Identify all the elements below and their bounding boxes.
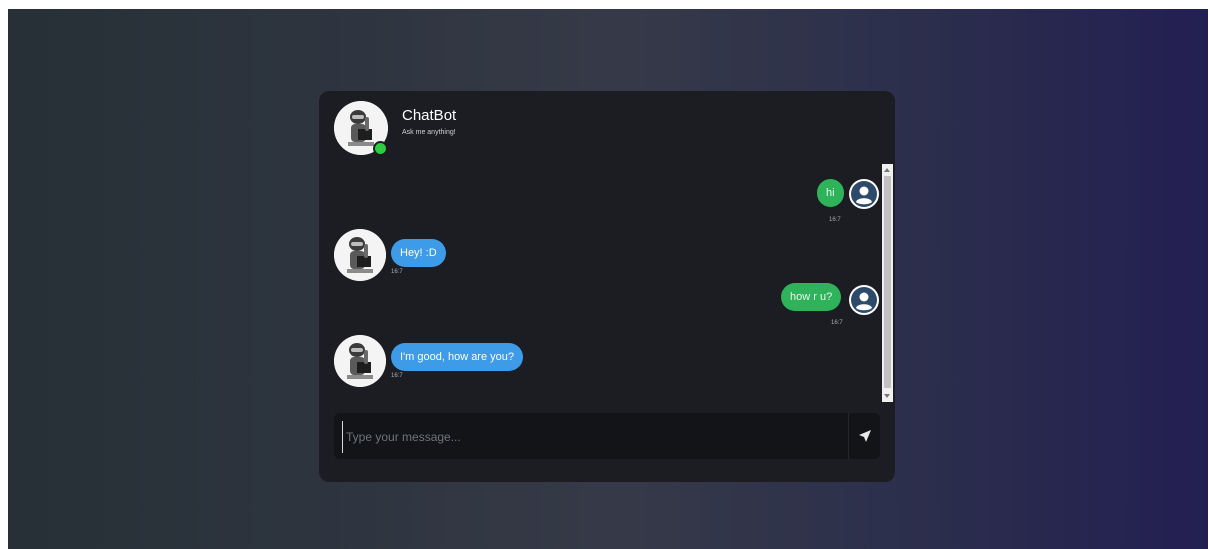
bot-avatar [334, 335, 386, 387]
user-avatar [849, 285, 879, 315]
message-time: 16:7 [391, 373, 403, 379]
user-silhouette-icon [851, 287, 877, 313]
robot-icon [334, 335, 386, 387]
send-button[interactable] [848, 413, 881, 459]
message-input[interactable] [342, 421, 848, 453]
user-silhouette-icon [851, 181, 877, 207]
scroll-down-arrow-icon[interactable] [884, 394, 890, 398]
bot-tagline: Ask me anything! [402, 129, 456, 136]
page-background: ChatBot Ask me anything! hi 16:7 Hey!:D… [8, 9, 1208, 549]
message-row-user: hi [817, 179, 844, 207]
message-list[interactable]: hi 16:7 Hey!:D 16:7 how r u? 16:7 I'm g… [319, 163, 895, 403]
bot-name: ChatBot [402, 107, 457, 124]
chat-header: ChatBot Ask me anything! [334, 101, 874, 157]
message-time: 16:7 [391, 269, 403, 275]
message-time: 16:7 [829, 217, 841, 223]
scroll-up-arrow-icon[interactable] [884, 168, 890, 172]
bot-message-bubble: I'm good, how are you? [391, 343, 524, 371]
scroll-thumb[interactable] [884, 176, 891, 388]
message-time: 16:7 [831, 320, 843, 326]
bot-avatar [334, 229, 386, 281]
message-row-bot: Hey! :D [391, 239, 446, 267]
message-row-user: how r u? [781, 283, 842, 311]
send-arrow-icon [859, 430, 871, 442]
robot-icon [334, 229, 386, 281]
user-avatar [849, 179, 879, 209]
message-scrollbar[interactable] [882, 164, 893, 402]
message-row-bot: I'm good, how are you? [391, 343, 524, 371]
message-composer [334, 413, 880, 459]
chat-window: ChatBot Ask me anything! hi 16:7 Hey!:D… [319, 91, 895, 482]
user-message-bubble: how r u? [781, 283, 842, 311]
online-status-dot [373, 141, 388, 156]
user-message-bubble: hi [817, 179, 844, 207]
bot-message-bubble: Hey! :D [391, 239, 446, 267]
